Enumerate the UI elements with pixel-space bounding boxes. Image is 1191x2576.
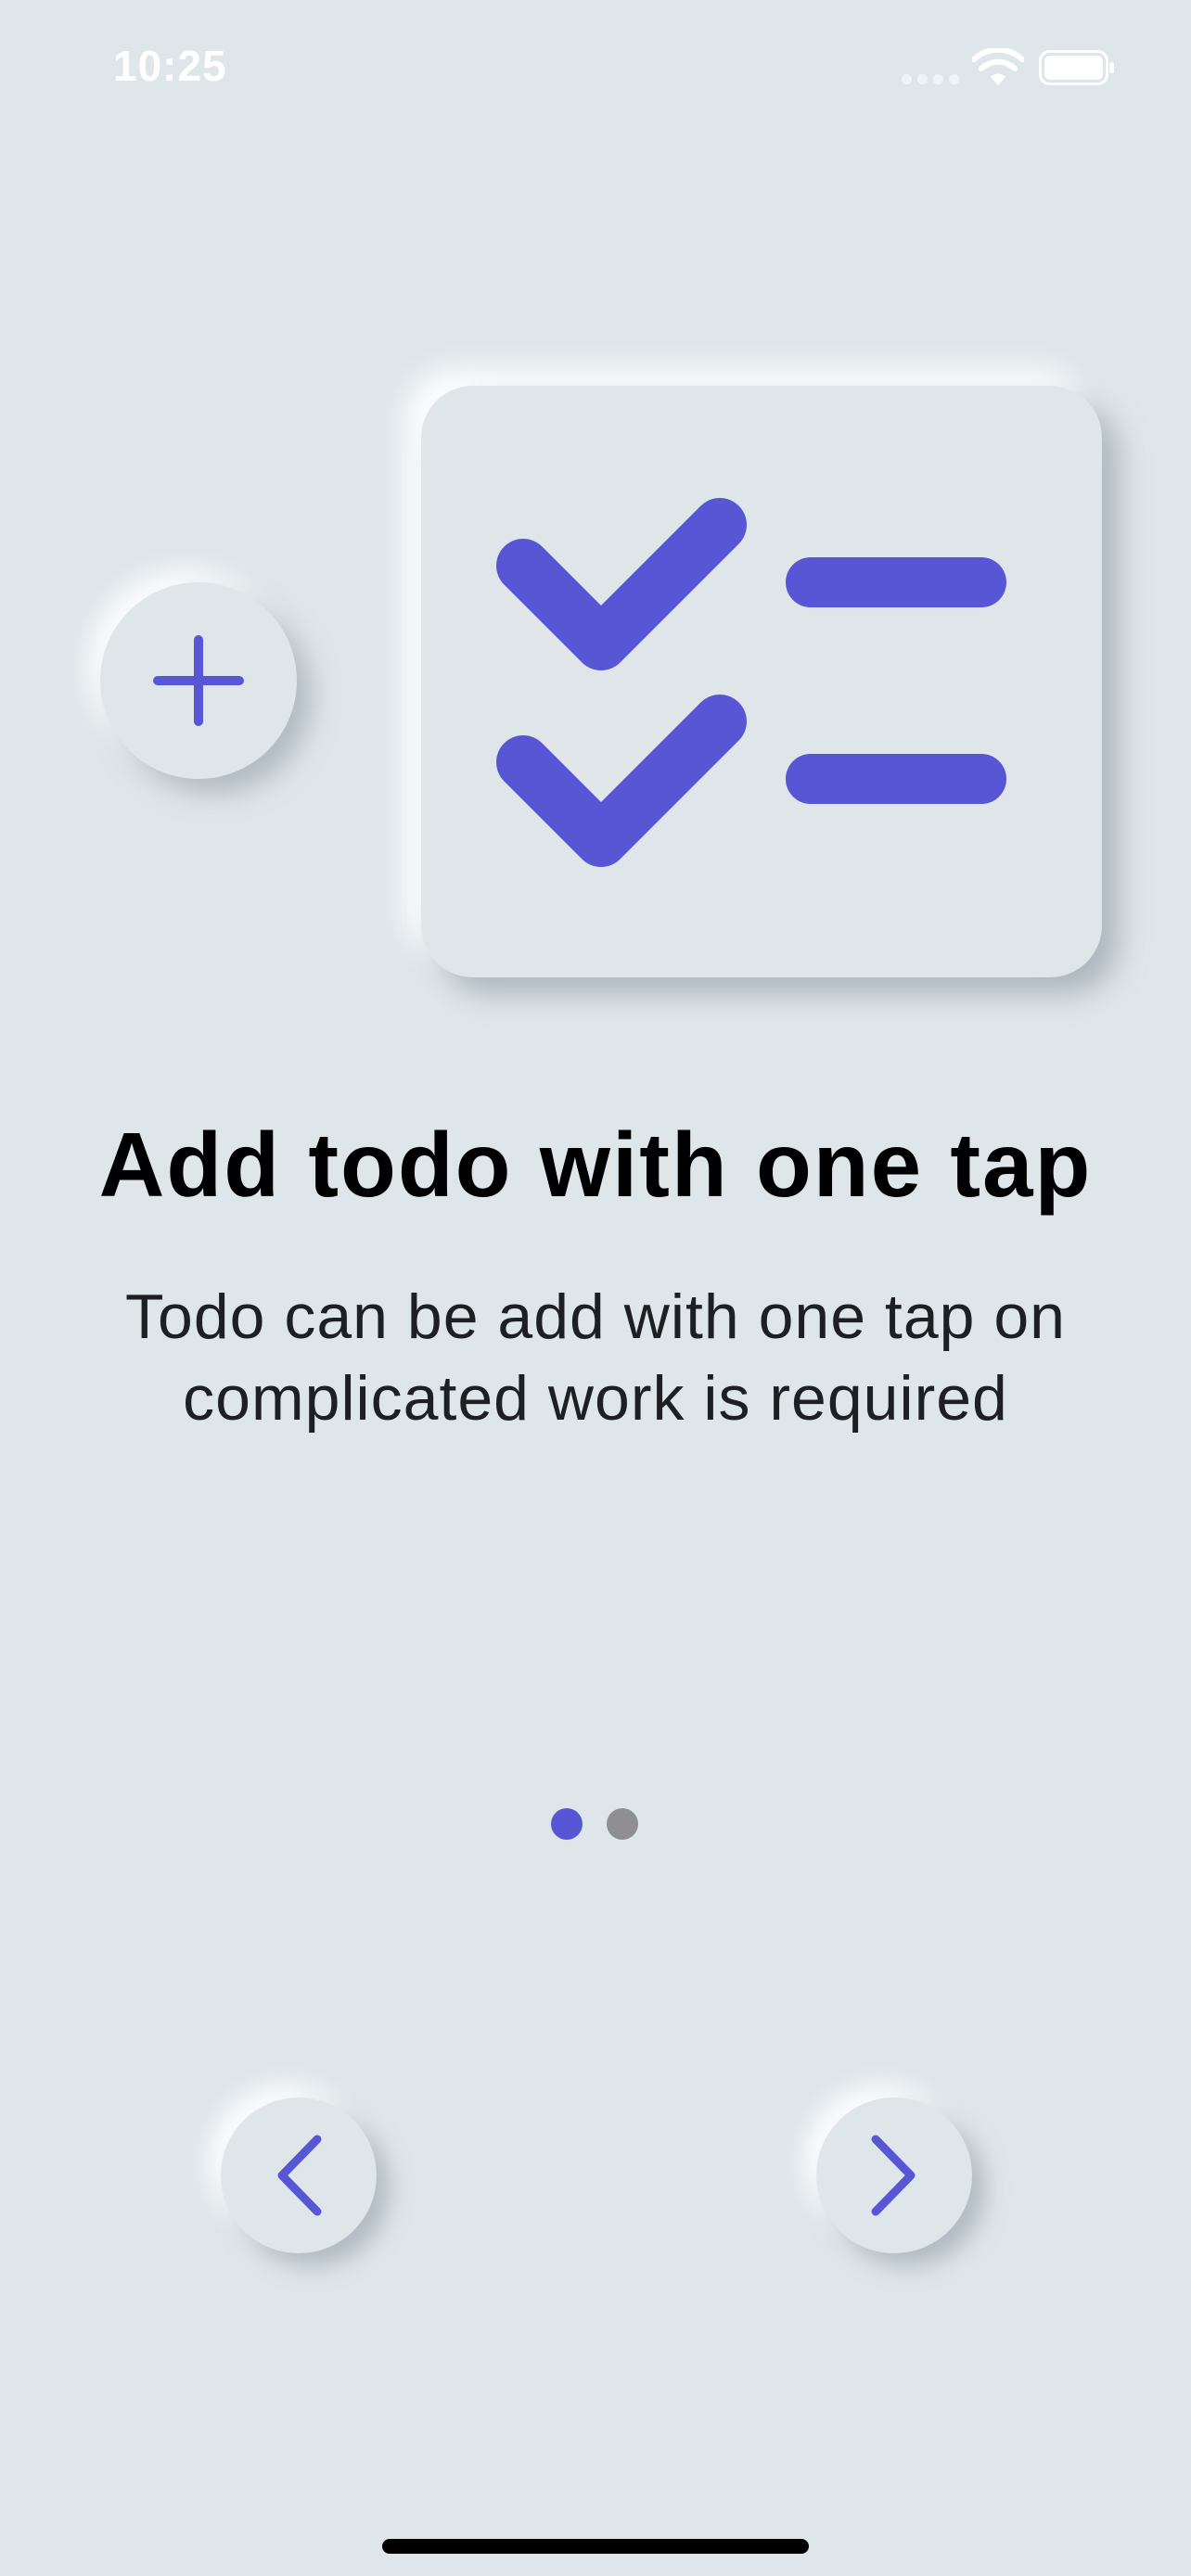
chevron-right-icon <box>871 2135 916 2216</box>
previous-button[interactable] <box>221 2098 377 2253</box>
onboarding-title: Add todo with one tap <box>98 1114 1093 1216</box>
page-dot-active <box>551 1808 583 1840</box>
battery-icon <box>1039 50 1114 85</box>
chevron-left-icon <box>277 2135 322 2216</box>
page-indicator <box>551 1808 638 1840</box>
wifi-icon <box>972 48 1024 85</box>
todo-list-card <box>421 386 1102 977</box>
home-indicator[interactable] <box>382 2539 809 2554</box>
checkmark-icon <box>496 498 747 670</box>
status-time: 10:25 <box>113 42 227 90</box>
onboarding-description: Todo can be add with one tap on complica… <box>125 1282 1066 1434</box>
plus-icon <box>153 635 244 726</box>
onboarding-screen: 10:25 Add todo with one tap Todo can be … <box>0 0 1191 2576</box>
checkmark-icon <box>496 695 747 867</box>
checklist-icon <box>496 498 1006 867</box>
cellular-signal-icon <box>902 74 959 84</box>
add-todo-button[interactable] <box>100 582 297 779</box>
page-dot-inactive <box>607 1808 638 1840</box>
next-button[interactable] <box>816 2098 972 2253</box>
